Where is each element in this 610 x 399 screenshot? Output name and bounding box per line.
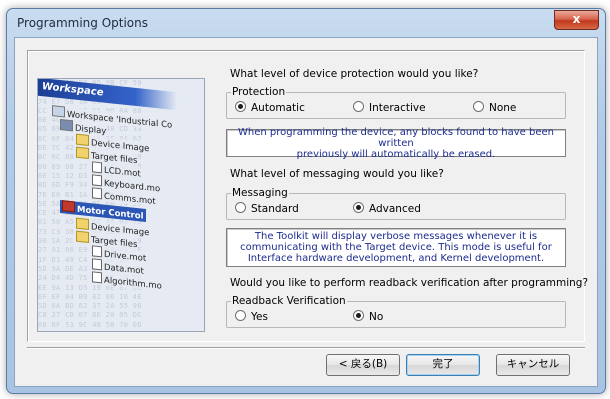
file-icon: [92, 174, 102, 187]
radio-icon: [473, 101, 484, 112]
display-icon: [60, 118, 73, 132]
protection-group-label: Protection: [231, 86, 287, 98]
file-icon: [92, 271, 102, 284]
file-icon: [92, 187, 102, 200]
radio-icon: [235, 202, 246, 213]
folder-icon: [76, 217, 89, 231]
folder-icon: [76, 146, 89, 160]
messaging-group-label: Messaging: [231, 187, 289, 199]
radio-icon: [235, 310, 246, 321]
radio-advanced[interactable]: Advanced: [353, 202, 421, 215]
close-icon: x: [572, 12, 581, 26]
radio-icon: [353, 101, 364, 112]
protection-group: Protection Automatic Interactive None: [226, 86, 566, 119]
cancel-button[interactable]: キャンセル: [496, 354, 570, 376]
finish-button[interactable]: 完了: [406, 354, 480, 376]
messaging-group: Messaging Standard Advanced: [226, 187, 566, 220]
title-bar[interactable]: Programming Options x: [7, 9, 605, 37]
messaging-question: What level of messaging would you like?: [230, 168, 444, 180]
readback-question: Would you like to perform readback verif…: [230, 277, 589, 289]
folder-icon: [76, 133, 89, 147]
window-title: Programming Options: [17, 16, 148, 30]
messaging-note: The Toolkit will display verbose message…: [226, 228, 566, 267]
radio-selected-icon: [353, 310, 364, 321]
back-button[interactable]: < 戻る(B): [326, 354, 400, 376]
workspace-icon: [52, 105, 65, 118]
radio-none[interactable]: None: [473, 101, 516, 114]
radio-no[interactable]: No: [353, 310, 383, 323]
button-separator: [27, 347, 585, 349]
radio-automatic[interactable]: Automatic: [235, 101, 305, 114]
dialog-client-area: 8B 1D 4B B3 8D 9B CF 59 B9 04 73 84 1D 4…: [14, 37, 598, 387]
workspace-tree: Workspace 'Industrial Co Display Device …: [52, 105, 202, 331]
radio-selected-icon: [235, 101, 246, 112]
close-button[interactable]: x: [554, 10, 599, 30]
file-icon: [92, 161, 102, 174]
radio-yes[interactable]: Yes: [235, 310, 268, 323]
radio-interactive[interactable]: Interactive: [353, 101, 426, 114]
motor-icon: [62, 200, 75, 213]
workspace-illustration: 8B 1D 4B B3 8D 9B CF 59 B9 04 73 84 1D 4…: [37, 78, 205, 332]
file-icon: [92, 245, 102, 258]
file-icon: [92, 258, 102, 271]
dialog-window: Programming Options x 8B 1D 4B B3 8D 9B …: [6, 8, 606, 394]
protection-note: When programming the device, any blocks …: [226, 127, 566, 160]
folder-icon: [76, 230, 89, 244]
readback-group-label: Readback Verification: [231, 295, 347, 307]
tree-item-file: Algorithm.mo: [92, 271, 162, 292]
protection-question: What level of device protection would yo…: [230, 68, 479, 80]
radio-standard[interactable]: Standard: [235, 202, 299, 215]
radio-selected-icon: [353, 202, 364, 213]
readback-group: Readback Verification Yes No: [226, 295, 566, 328]
